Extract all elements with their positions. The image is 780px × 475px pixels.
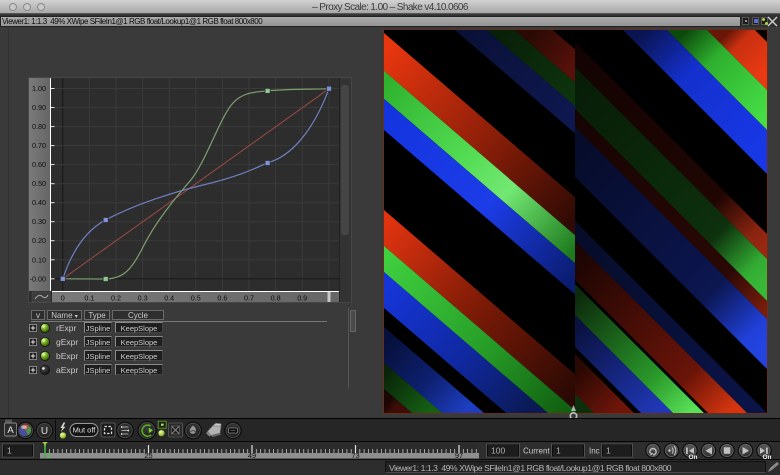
svg-text:bExpr: bExpr (56, 351, 78, 361)
svg-text:U: U (41, 426, 48, 437)
svg-text:aExpr: aExpr (56, 365, 78, 375)
svg-text:Mut off: Mut off (73, 426, 97, 435)
svg-text:rExpr: rExpr (56, 323, 76, 333)
svg-text:Current: Current (523, 447, 550, 456)
svg-text:97: 97 (455, 451, 463, 459)
svg-text:25: 25 (144, 451, 152, 459)
svg-text:1: 1 (606, 446, 611, 456)
svg-text:Inc: Inc (589, 447, 600, 456)
svg-text:1: 1 (556, 446, 561, 456)
svg-text:A: A (7, 425, 14, 436)
svg-text:73: 73 (351, 451, 359, 459)
svg-text:1: 1 (47, 451, 51, 459)
svg-text:49: 49 (248, 451, 256, 459)
svg-text:1: 1 (7, 446, 12, 456)
svg-text:100: 100 (491, 446, 505, 456)
svg-text:gExpr: gExpr (56, 337, 78, 347)
